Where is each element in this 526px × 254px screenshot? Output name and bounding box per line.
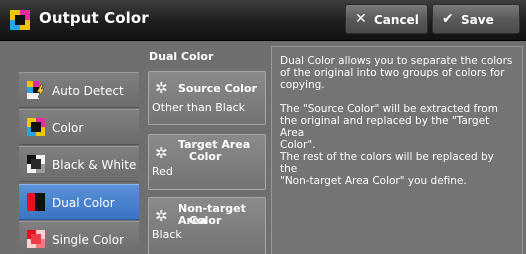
gear-icon: ✲ xyxy=(155,79,168,97)
dual-color-icon xyxy=(27,193,45,211)
option-label: Dual Color xyxy=(52,196,115,210)
output-color-app-icon xyxy=(10,10,30,30)
description-paragraph-1: Dual Color allows you to separate the co… xyxy=(280,55,513,91)
close-icon: ✕ xyxy=(355,11,367,27)
option-black-white[interactable]: Black & White xyxy=(19,146,139,182)
option-label: Auto Detect xyxy=(52,84,124,98)
target-area-value: Red xyxy=(152,165,173,178)
non-target-area-color-button[interactable]: ✲ Non-target Area Color Black xyxy=(148,197,266,254)
source-color-button[interactable]: ✲ Source Color Other than Black xyxy=(148,71,266,125)
non-target-area-value: Black xyxy=(152,228,182,241)
color-icon xyxy=(27,118,45,136)
gear-icon: ✲ xyxy=(155,207,168,225)
description-panel: Dual Color allows you to separate the co… xyxy=(271,46,523,254)
source-color-title: Source Color xyxy=(178,82,257,95)
black-white-icon xyxy=(27,155,45,173)
page-title: Output Color xyxy=(39,9,149,27)
option-label: Color xyxy=(52,121,84,135)
cancel-label: Cancel xyxy=(374,13,419,27)
single-color-icon xyxy=(27,230,45,248)
description-paragraph-2: The "Source Color" will be extracted fro… xyxy=(280,103,498,187)
option-label: Single Color xyxy=(52,233,125,247)
dual-color-heading: Dual Color xyxy=(149,50,214,63)
source-color-value: Other than Black xyxy=(152,101,245,114)
save-label: Save xyxy=(461,13,494,27)
option-color[interactable]: Color xyxy=(19,109,139,145)
output-color-screen: Output Color ✕ Cancel ✔ Save Auto Detect xyxy=(0,0,526,254)
non-target-area-title-line2: Color xyxy=(189,214,222,227)
cancel-button[interactable]: ✕ Cancel xyxy=(345,4,428,34)
save-button[interactable]: ✔ Save xyxy=(432,4,520,34)
target-area-color-button[interactable]: ✲ Target Area Color Red xyxy=(148,134,266,190)
check-icon: ✔ xyxy=(442,11,454,27)
gear-icon: ✲ xyxy=(155,144,168,162)
target-area-title-line2: Color xyxy=(189,150,222,163)
option-single-color[interactable]: Single Color xyxy=(19,221,139,254)
option-auto-detect[interactable]: Auto Detect xyxy=(19,72,139,108)
option-label: Black & White xyxy=(52,158,137,172)
auto-detect-icon xyxy=(27,81,45,99)
header-bar: Output Color ✕ Cancel ✔ Save xyxy=(0,0,526,41)
option-dual-color[interactable]: Dual Color xyxy=(19,184,139,220)
